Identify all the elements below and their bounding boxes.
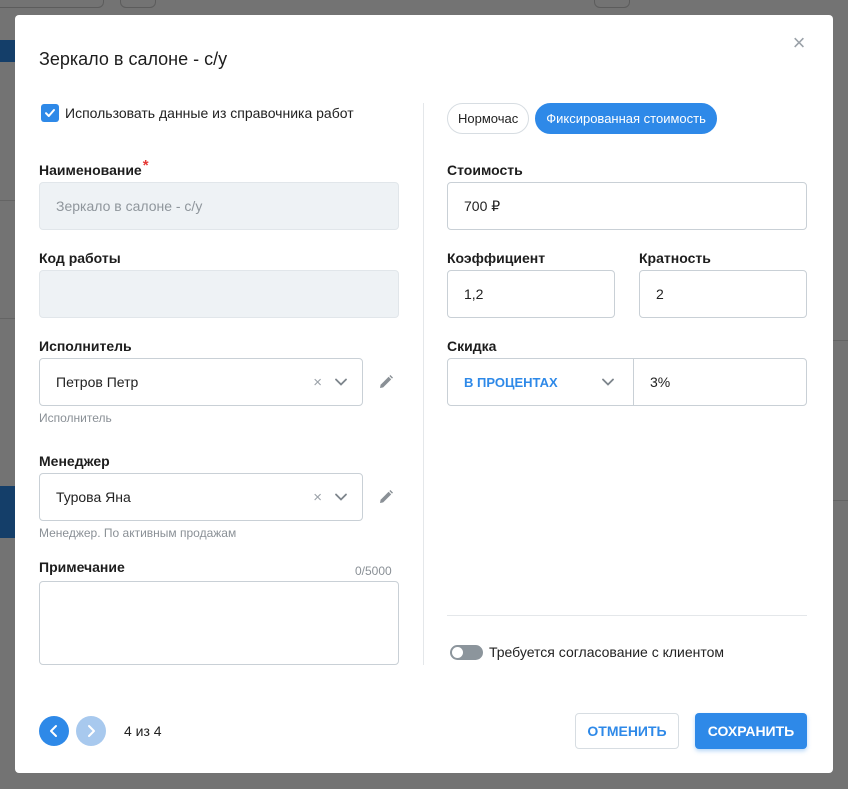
previous-button[interactable] <box>39 716 69 746</box>
column-divider <box>423 103 424 665</box>
coefficient-value: 1,2 <box>464 286 484 302</box>
multiplicity-input[interactable]: 2 <box>639 270 807 318</box>
cost-label: Стоимость <box>447 162 523 178</box>
name-label-text: Наименование <box>39 162 142 178</box>
coefficient-label: Коэффициент <box>447 250 546 266</box>
pencil-icon[interactable] <box>377 373 395 391</box>
next-button[interactable] <box>76 716 106 746</box>
chevron-down-icon <box>602 378 614 386</box>
manager-hint: Менеджер. По активным продажам <box>39 526 237 540</box>
name-input-value: Зеркало в салоне - с/у <box>56 198 203 214</box>
note-textarea-wrap[interactable] <box>39 581 399 665</box>
approval-label: Требуется согласование с клиентом <box>489 644 725 660</box>
executor-label: Исполнитель <box>39 338 132 354</box>
checkmark-icon <box>45 109 55 117</box>
clear-icon[interactable]: × <box>313 374 322 391</box>
edit-work-dialog: Зеркало в салоне - с/у × Использовать да… <box>15 15 833 773</box>
chevron-down-icon[interactable] <box>334 375 348 389</box>
name-label: Наименование* <box>39 157 149 179</box>
note-label: Примечание <box>39 559 125 575</box>
discount-value-input[interactable]: 3% <box>634 359 806 405</box>
executor-select[interactable]: Петров Петр × <box>39 358 363 406</box>
discount-field: В ПРОЦЕНТАХ 3% <box>447 358 807 406</box>
approval-toggle-row[interactable]: Требуется согласование с клиентом <box>450 644 724 660</box>
manager-value: Турова Яна <box>56 489 131 505</box>
multiplicity-value: 2 <box>656 286 664 302</box>
mode-hourly-button[interactable]: Нормочас <box>447 103 530 134</box>
manager-select[interactable]: Турова Яна × <box>39 473 363 521</box>
close-icon[interactable]: × <box>791 32 807 54</box>
use-directory-label: Использовать данные из справочника работ <box>65 105 354 121</box>
dialog-title: Зеркало в салоне - с/у <box>39 49 228 69</box>
executor-hint: Исполнитель <box>39 411 112 425</box>
discount-type-select[interactable]: В ПРОЦЕНТАХ <box>448 359 634 405</box>
approval-switch[interactable] <box>450 644 483 660</box>
pencil-icon[interactable] <box>377 488 395 506</box>
cancel-button[interactable]: ОТМЕНИТЬ <box>575 713 679 749</box>
note-textarea[interactable] <box>52 590 386 656</box>
cost-input[interactable]: 700 ₽ <box>447 182 807 230</box>
pricing-mode-toggle: Нормочас Фиксированная стоимость <box>447 103 717 134</box>
chevron-left-icon <box>50 725 57 737</box>
manager-label: Менеджер <box>39 453 110 469</box>
discount-label: Скидка <box>447 338 497 354</box>
use-directory-checkbox[interactable] <box>41 104 59 122</box>
executor-value: Петров Петр <box>56 374 139 390</box>
pager-text: 4 из 4 <box>124 723 162 739</box>
multiplicity-label: Кратность <box>639 250 711 266</box>
name-input[interactable]: Зеркало в салоне - с/у <box>39 182 399 230</box>
discount-type-value: В ПРОЦЕНТАХ <box>464 374 558 390</box>
cost-value: 700 ₽ <box>464 197 501 214</box>
chevron-down-icon[interactable] <box>334 490 348 504</box>
work-code-label: Код работы <box>39 250 121 266</box>
coefficient-input[interactable]: 1,2 <box>447 270 615 318</box>
chevron-right-icon <box>88 725 95 737</box>
section-divider <box>447 615 807 616</box>
mode-fixed-button[interactable]: Фиксированная стоимость <box>535 103 717 134</box>
use-directory-checkbox-row[interactable]: Использовать данные из справочника работ <box>41 104 354 122</box>
work-code-input[interactable] <box>39 270 399 318</box>
note-counter: 0/5000 <box>355 564 392 578</box>
save-button[interactable]: СОХРАНИТЬ <box>695 713 807 749</box>
discount-value: 3% <box>650 374 671 390</box>
clear-icon[interactable]: × <box>313 489 322 506</box>
required-mark: * <box>142 157 149 174</box>
